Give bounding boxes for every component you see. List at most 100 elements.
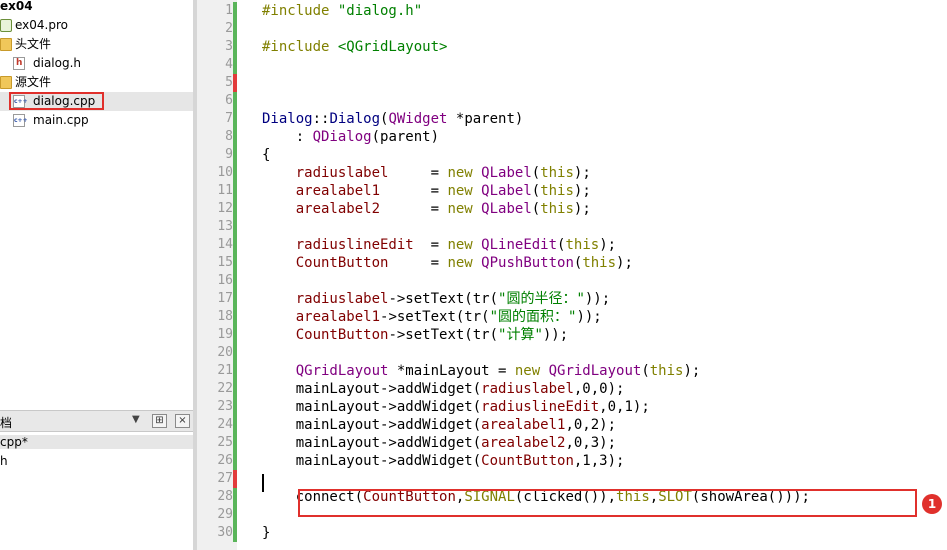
code-token: ( — [531, 165, 541, 181]
line-number: 5 — [225, 75, 233, 90]
code-token: mainLayout->addWidget( — [262, 435, 482, 451]
code-token: QPushButton — [481, 255, 574, 271]
code-token: Dialog — [329, 111, 381, 127]
code-token: { — [262, 147, 271, 163]
code-token: ,0,3); — [565, 435, 617, 451]
code-token: arealabel1 — [295, 183, 381, 199]
project-tree: ex04 ex04.pro 头文件 dialog.h 源文件 dialog.cp… — [0, 0, 193, 410]
split-icon[interactable]: ⊞ — [152, 414, 167, 428]
code-token: = — [380, 201, 448, 217]
close-icon[interactable]: × — [175, 414, 190, 428]
code-token: mainLayout->addWidget( — [262, 381, 482, 397]
line-number: 24 — [217, 417, 233, 432]
code-token: ->setText(tr( — [388, 291, 499, 307]
connect-line-highlight-box — [298, 489, 917, 517]
code-line: radiuslabel->setText(tr("圆的半径：")); — [262, 290, 610, 308]
change-marker-green — [233, 236, 237, 254]
code-token: arealabel1 — [295, 309, 381, 325]
code-token: <QGridLayout> — [337, 39, 448, 55]
change-marker-green — [233, 362, 237, 380]
code-line: arealabel1->setText(tr("圆的面积：")); — [262, 308, 602, 326]
code-token: QLineEdit — [481, 237, 558, 253]
code-token: "圆的面积：" — [489, 309, 577, 325]
code-token: ); — [599, 237, 617, 253]
open-documents-header: 档 ▼ ⊞ × — [0, 410, 193, 432]
code-token: Dialog — [262, 111, 313, 127]
open-document-item[interactable]: h — [0, 454, 8, 468]
code-token: radiuslabel — [295, 165, 389, 181]
change-marker-green — [233, 488, 237, 506]
cpp-file-icon — [13, 111, 28, 130]
code-token: "计算" — [498, 327, 543, 343]
code-token: QDialog — [312, 129, 372, 145]
change-marker-green — [233, 254, 237, 272]
line-number: 27 — [217, 471, 233, 486]
code-token: arealabel2 — [295, 201, 381, 217]
code-token: this — [540, 201, 574, 217]
code-token: ,0,1); — [599, 399, 650, 415]
code-token: new — [447, 165, 482, 181]
code-token: = — [413, 237, 448, 253]
code-token: *parent) — [447, 111, 524, 127]
line-number: 9 — [225, 147, 233, 162]
change-marker-green — [233, 506, 237, 524]
line-number: 12 — [217, 201, 233, 216]
open-document-item[interactable]: cpp* — [0, 435, 193, 449]
code-token: QGridLayout — [548, 363, 642, 379]
line-number: 14 — [217, 237, 233, 252]
code-token: )); — [584, 291, 611, 307]
change-marker-green — [233, 524, 237, 542]
code-line: #include <QGridLayout> — [262, 38, 447, 56]
annotation-badge: 1 — [922, 494, 942, 514]
line-number: 20 — [217, 345, 233, 360]
pro-file-icon — [0, 19, 12, 32]
line-number: 3 — [225, 39, 233, 54]
code-line: arealabel2 = new QLabel(this); — [262, 200, 591, 218]
change-marker-green — [233, 218, 237, 236]
line-number: 25 — [217, 435, 233, 450]
code-token: this — [565, 237, 600, 253]
header-file-icon — [13, 54, 25, 73]
code-token: CountButton — [481, 453, 574, 469]
chevron-down-icon[interactable]: ▼ — [132, 414, 140, 425]
code-token: ( — [641, 363, 650, 379]
code-line: mainLayout->addWidget(CountButton,1,3); — [262, 452, 625, 470]
line-number: 17 — [217, 291, 233, 306]
code-token: arealabel1 — [481, 417, 566, 433]
code-line: QGridLayout *mainLayout = new QGridLayou… — [262, 362, 701, 380]
code-line: mainLayout->addWidget(arealabel2,0,3); — [262, 434, 616, 452]
code-line: #include "dialog.h" — [262, 2, 422, 20]
change-marker-green — [233, 326, 237, 344]
line-number: 19 — [217, 327, 233, 342]
code-token: CountButton — [295, 327, 389, 343]
line-number: 26 — [217, 453, 233, 468]
code-token: ->setText(tr( — [380, 309, 490, 325]
header-file-label: dialog.h — [33, 56, 82, 70]
folder-icon — [0, 76, 12, 89]
change-marker-green — [233, 146, 237, 164]
code-line: mainLayout->addWidget(radiuslabel,0,0); — [262, 380, 625, 398]
code-token: ( — [531, 201, 541, 217]
change-marker-green — [233, 2, 237, 20]
code-line: : QDialog(parent) — [262, 128, 439, 146]
line-number: 23 — [217, 399, 233, 414]
pro-file-label: ex04.pro — [15, 18, 68, 32]
code-editor[interactable]: #include "dialog.h" #include <QGridLayout… — [237, 0, 947, 550]
code-token: ); — [616, 255, 633, 271]
sources-folder-label: 源文件 — [15, 75, 52, 89]
code-token: )); — [576, 309, 602, 325]
code-token: *mainLayout = — [388, 363, 515, 379]
code-line: } — [262, 524, 270, 542]
code-token: #include — [262, 3, 338, 19]
code-token: QLabel — [481, 183, 532, 199]
code-token: QLabel — [481, 201, 532, 217]
code-line: CountButton = new QPushButton(this); — [262, 254, 633, 272]
line-number: 11 — [217, 183, 233, 198]
line-number: 6 — [225, 93, 233, 108]
code-token: :: — [312, 111, 330, 127]
open-documents-title: 档 — [0, 416, 13, 430]
code-token: this — [649, 363, 684, 379]
